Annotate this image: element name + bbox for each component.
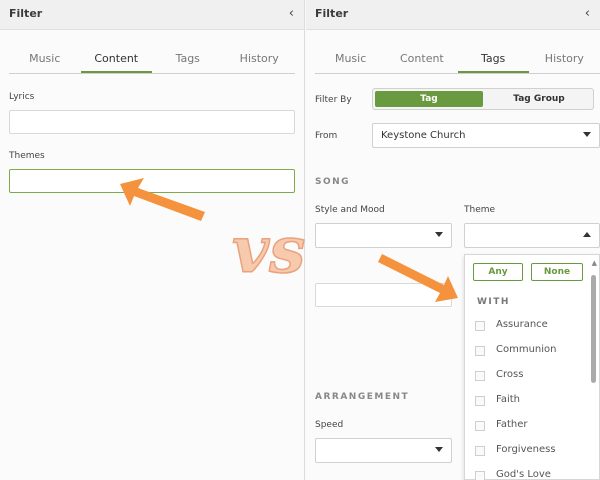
right-panel-header: Filter ‹ [306,0,600,30]
left-tab-tags[interactable]: Tags [152,44,224,73]
speed-select[interactable] [315,438,452,463]
right-tab-history[interactable]: History [529,44,600,73]
themes-label: Themes [9,151,45,161]
from-select[interactable]: Keystone Church [372,123,600,148]
filter-by-tag-option[interactable]: Tag [375,91,483,107]
theme-option[interactable]: Forgiveness [475,442,585,460]
arrangement-section-heading: ARRANGEMENT [315,392,410,402]
from-select-value: Keystone Church [381,130,466,141]
lyrics-label: Lyrics [9,92,35,102]
theme-option[interactable]: Communion [475,342,585,360]
theme-option[interactable]: Father [475,417,585,435]
left-panel-title: Filter [9,7,43,20]
right-tab-tags[interactable]: Tags [457,44,529,73]
filter-by-tag-group-option[interactable]: Tag Group [485,89,593,109]
filter-by-toggle: Tag Tag Group [372,88,594,110]
theme-option[interactable]: Assurance [475,317,585,335]
left-collapse-chevron-icon[interactable]: ‹ [289,6,294,21]
theme-any-button[interactable]: Any [473,263,523,281]
scroll-up-arrow-icon[interactable]: ▲ [592,259,597,267]
right-panel-title: Filter [315,7,349,20]
right-collapse-chevron-icon[interactable]: ‹ [585,6,590,21]
theme-option-label: Assurance [496,319,548,330]
from-caret-icon [583,132,591,137]
theme-label: Theme [464,205,496,215]
left-panel-header: Filter ‹ [0,0,304,30]
theme-option-label: God's Love [496,469,551,480]
theme-select[interactable] [464,223,600,248]
left-tab-bar: Music Content Tags History [9,44,295,74]
themes-input[interactable] [9,169,295,193]
left-filter-panel: Filter ‹ Music Content Tags History Lyri… [0,0,305,480]
speed-label: Speed [315,420,344,430]
theme-option-label: Forgiveness [496,444,556,455]
theme-dropdown-menu: Any None WITH Assurance Communion Cross … [464,254,600,480]
right-filter-panel: Filter ‹ Music Content Tags History Filt… [306,0,600,480]
left-tab-content[interactable]: Content [80,44,152,73]
checkbox-icon[interactable] [475,396,485,406]
checkbox-icon[interactable] [475,346,485,356]
theme-option-label: Faith [496,394,520,405]
theme-option[interactable]: Faith [475,392,585,410]
right-tab-bar: Music Content Tags History [315,44,600,74]
right-tab-content[interactable]: Content [386,44,457,73]
speed-caret-icon [435,447,443,452]
theme-option[interactable]: Cross [475,367,585,385]
checkbox-icon[interactable] [475,321,485,331]
song-section-heading: SONG [315,177,351,187]
style-mood-select[interactable] [315,223,452,248]
theme-caret-icon [583,232,591,237]
right-tab-music[interactable]: Music [315,44,386,73]
left-tab-music[interactable]: Music [9,44,81,73]
theme-option-label: Father [496,419,528,430]
style-mood-caret-icon [435,232,443,237]
lyrics-input[interactable] [9,110,295,134]
dropdown-with-heading: WITH [477,297,510,307]
secondary-input[interactable] [315,283,452,307]
left-tab-history[interactable]: History [224,44,296,73]
theme-option[interactable]: God's Love [475,467,585,480]
from-label: From [315,131,338,141]
checkbox-icon[interactable] [475,371,485,381]
checkbox-icon[interactable] [475,421,485,431]
theme-option-label: Communion [496,344,557,355]
style-mood-label: Style and Mood [315,205,385,215]
checkbox-icon[interactable] [475,471,485,480]
filter-by-label: Filter By [315,95,352,105]
theme-none-button[interactable]: None [531,263,583,281]
checkbox-icon[interactable] [475,446,485,456]
dropdown-scrollbar-thumb[interactable] [591,275,596,383]
theme-option-label: Cross [496,369,524,380]
